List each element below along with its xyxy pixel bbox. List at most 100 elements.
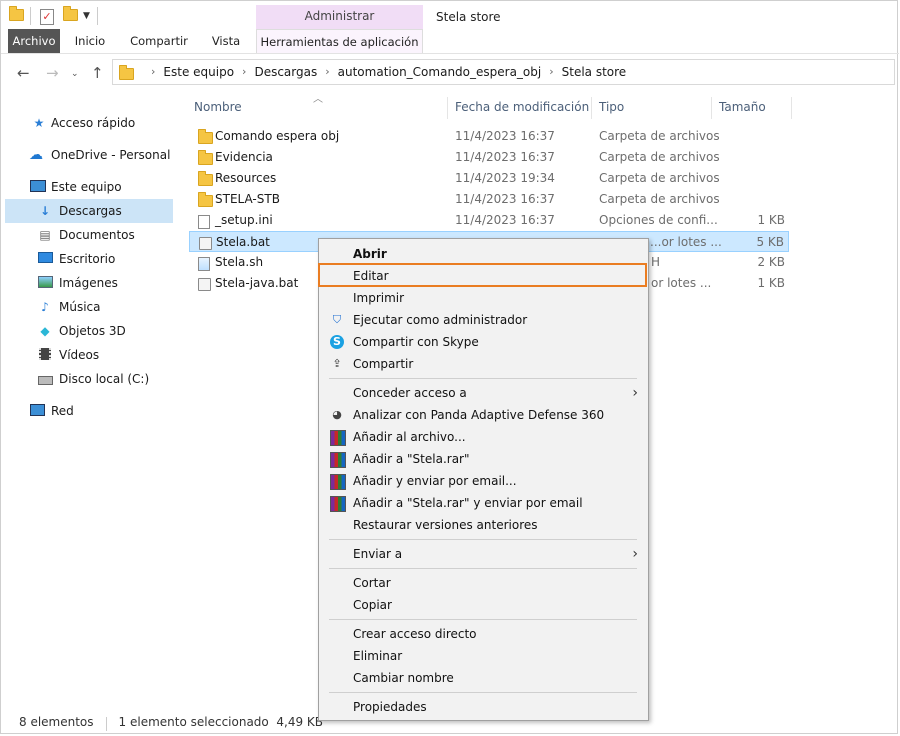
menu-item-cambiar-nombre[interactable]: Cambiar nombre bbox=[319, 667, 648, 689]
menu-item-anadir-archivo[interactable]: Añadir al archivo... bbox=[319, 426, 648, 448]
menu-item-conceder-acceso[interactable]: Conceder acceso a › bbox=[319, 382, 648, 404]
table-row[interactable]: STELA-STB 11/4/2023 16:37 Carpeta de arc… bbox=[189, 189, 789, 210]
menu-label: Eliminar bbox=[353, 649, 403, 663]
folder-icon bbox=[119, 65, 134, 80]
menu-label: Imprimir bbox=[353, 291, 405, 305]
column-divider[interactable] bbox=[791, 97, 792, 119]
video-icon bbox=[38, 348, 52, 362]
file-type: Carpeta de archivos bbox=[599, 171, 720, 185]
table-row[interactable]: Comando espera obj 11/4/2023 16:37 Carpe… bbox=[189, 126, 789, 147]
file-date: 11/4/2023 16:37 bbox=[455, 213, 555, 227]
menu-item-enviar-a[interactable]: Enviar a › bbox=[319, 543, 648, 565]
nav-item-documentos[interactable]: ▤ Documentos bbox=[5, 223, 173, 247]
new-folder-icon[interactable] bbox=[63, 6, 78, 21]
folder-icon[interactable] bbox=[9, 6, 24, 21]
menu-item-crear-acceso-directo[interactable]: Crear acceso directo bbox=[319, 623, 648, 645]
nav-item-este-equipo[interactable]: Este equipo bbox=[5, 175, 173, 199]
nav-item-onedrive[interactable]: ☁ OneDrive - Personal bbox=[5, 143, 173, 167]
menu-item-propiedades[interactable]: Propiedades bbox=[319, 696, 648, 718]
up-arrow-icon[interactable]: ↑ bbox=[91, 64, 104, 82]
forward-arrow-icon[interactable]: → bbox=[46, 64, 59, 82]
chevron-right-icon[interactable]: › bbox=[151, 65, 155, 79]
nav-item-objetos-3d[interactable]: ◆ Objetos 3D bbox=[5, 319, 173, 343]
chevron-right-icon[interactable]: › bbox=[242, 65, 246, 79]
tab-compartir[interactable]: Compartir bbox=[128, 29, 190, 53]
tab-inicio[interactable]: Inicio bbox=[71, 29, 109, 53]
menu-label: Compartir bbox=[353, 357, 414, 371]
menu-item-imprimir[interactable]: Imprimir bbox=[319, 287, 648, 309]
menu-label: Ejecutar como administrador bbox=[353, 313, 528, 327]
menu-item-eliminar[interactable]: Eliminar bbox=[319, 645, 648, 667]
column-divider[interactable] bbox=[447, 97, 448, 119]
chevron-right-icon[interactable]: › bbox=[325, 65, 329, 79]
menu-label: Añadir y enviar por email... bbox=[353, 474, 517, 488]
breadcrumb-este-equipo[interactable]: Este equipo bbox=[163, 65, 234, 79]
rar-icon bbox=[330, 452, 346, 468]
nav-item-imagenes[interactable]: Imágenes bbox=[5, 271, 173, 295]
menu-item-abrir[interactable]: Abrir bbox=[319, 243, 648, 265]
menu-label: Añadir a "Stela.rar" bbox=[353, 452, 470, 466]
table-row[interactable]: _setup.ini 11/4/2023 16:37 Opciones de c… bbox=[189, 210, 789, 231]
file-type: Carpeta de archivos bbox=[599, 192, 720, 206]
properties-icon[interactable]: ✓ bbox=[40, 9, 54, 25]
menu-item-panda[interactable]: ◕ Analizar con Panda Adaptive Defense 36… bbox=[319, 404, 648, 426]
menu-separator bbox=[329, 378, 637, 379]
nav-item-videos[interactable]: Vídeos bbox=[5, 343, 173, 367]
recent-dropdown-icon[interactable]: ⌄ bbox=[71, 69, 79, 79]
table-row[interactable]: Evidencia 11/4/2023 16:37 Carpeta de arc… bbox=[189, 147, 789, 168]
menu-item-compartir[interactable]: ⇪ Compartir bbox=[319, 353, 648, 375]
editar-highlight-box bbox=[318, 263, 647, 287]
bat-file-icon bbox=[198, 278, 211, 291]
file-name: _setup.ini bbox=[215, 213, 273, 227]
manage-contextual-tab[interactable]: Administrar bbox=[256, 5, 423, 29]
quick-access-toolbar: ✓ ▼ bbox=[1, 1, 256, 31]
menu-item-compartir-skype[interactable]: S Compartir con Skype bbox=[319, 331, 648, 353]
address-bar[interactable]: › Este equipo › Descargas › automation_C… bbox=[112, 59, 895, 85]
file-name: Stela.sh bbox=[215, 255, 264, 269]
nav-item-musica[interactable]: ♪ Música bbox=[5, 295, 173, 319]
column-header-nombre[interactable]: Nombre bbox=[194, 95, 242, 119]
column-divider[interactable] bbox=[711, 97, 712, 119]
customize-dropdown-icon[interactable]: ▼ bbox=[83, 11, 90, 21]
nav-label: Objetos 3D bbox=[59, 324, 126, 338]
breadcrumb: › Este equipo › Descargas › automation_C… bbox=[151, 65, 626, 79]
folder-icon bbox=[198, 150, 213, 165]
menu-item-cortar[interactable]: Cortar bbox=[319, 572, 648, 594]
breadcrumb-automation[interactable]: automation_Comando_espera_obj bbox=[338, 65, 542, 79]
divider bbox=[105, 717, 107, 731]
nav-item-descargas[interactable]: ↓ Descargas bbox=[5, 199, 173, 223]
nav-item-red[interactable]: Red bbox=[5, 399, 173, 423]
nav-item-acceso-rapido[interactable]: ★ Acceso rápido bbox=[5, 111, 173, 135]
column-header-tipo[interactable]: Tipo bbox=[599, 95, 624, 119]
nav-label: Documentos bbox=[59, 228, 135, 242]
column-divider[interactable] bbox=[591, 97, 592, 119]
nav-item-disco-local[interactable]: Disco local (C:) bbox=[5, 367, 173, 391]
table-row[interactable]: Resources 11/4/2023 19:34 Carpeta de arc… bbox=[189, 168, 789, 189]
tab-vista[interactable]: Vista bbox=[208, 29, 244, 53]
navigation-pane: ★ Acceso rápido ☁ OneDrive - Personal Es… bbox=[5, 111, 173, 423]
nav-item-escritorio[interactable]: Escritorio bbox=[5, 247, 173, 271]
back-arrow-icon[interactable]: ← bbox=[17, 64, 30, 82]
menu-item-anadir-stela-rar-email[interactable]: Añadir a "Stela.rar" y enviar por email bbox=[319, 492, 648, 514]
shield-icon: ⛉ bbox=[332, 313, 342, 326]
status-bar: 8 elementos 1 elemento seleccionado 4,49… bbox=[19, 715, 323, 731]
tab-herramientas-aplicacion[interactable]: Herramientas de aplicación bbox=[256, 29, 423, 53]
breadcrumb-descargas[interactable]: Descargas bbox=[254, 65, 317, 79]
breadcrumb-stela-store[interactable]: Stela store bbox=[562, 65, 627, 79]
column-header-fecha[interactable]: Fecha de modificación bbox=[455, 95, 589, 119]
download-icon: ↓ bbox=[39, 204, 51, 218]
menu-label: Enviar a bbox=[353, 547, 403, 561]
bat-file-icon bbox=[199, 237, 212, 250]
nav-label: Acceso rápido bbox=[51, 116, 136, 130]
menu-item-ejecutar-admin[interactable]: ⛉ Ejecutar como administrador bbox=[319, 309, 648, 331]
tab-archivo[interactable]: Archivo bbox=[8, 29, 60, 53]
music-icon: ♪ bbox=[41, 300, 49, 314]
menu-item-anadir-stela-rar[interactable]: Añadir a "Stela.rar" bbox=[319, 448, 648, 470]
menu-item-restaurar-versiones[interactable]: Restaurar versiones anteriores bbox=[319, 514, 648, 536]
menu-item-copiar[interactable]: Copiar bbox=[319, 594, 648, 616]
file-type: Carpeta de archivos bbox=[599, 150, 720, 164]
column-header-tamano[interactable]: Tamaño bbox=[719, 95, 766, 119]
chevron-right-icon[interactable]: › bbox=[549, 65, 553, 79]
column-headers: Nombre Fecha de modificación Tipo Tamaño bbox=[189, 95, 792, 119]
menu-item-anadir-email[interactable]: Añadir y enviar por email... bbox=[319, 470, 648, 492]
